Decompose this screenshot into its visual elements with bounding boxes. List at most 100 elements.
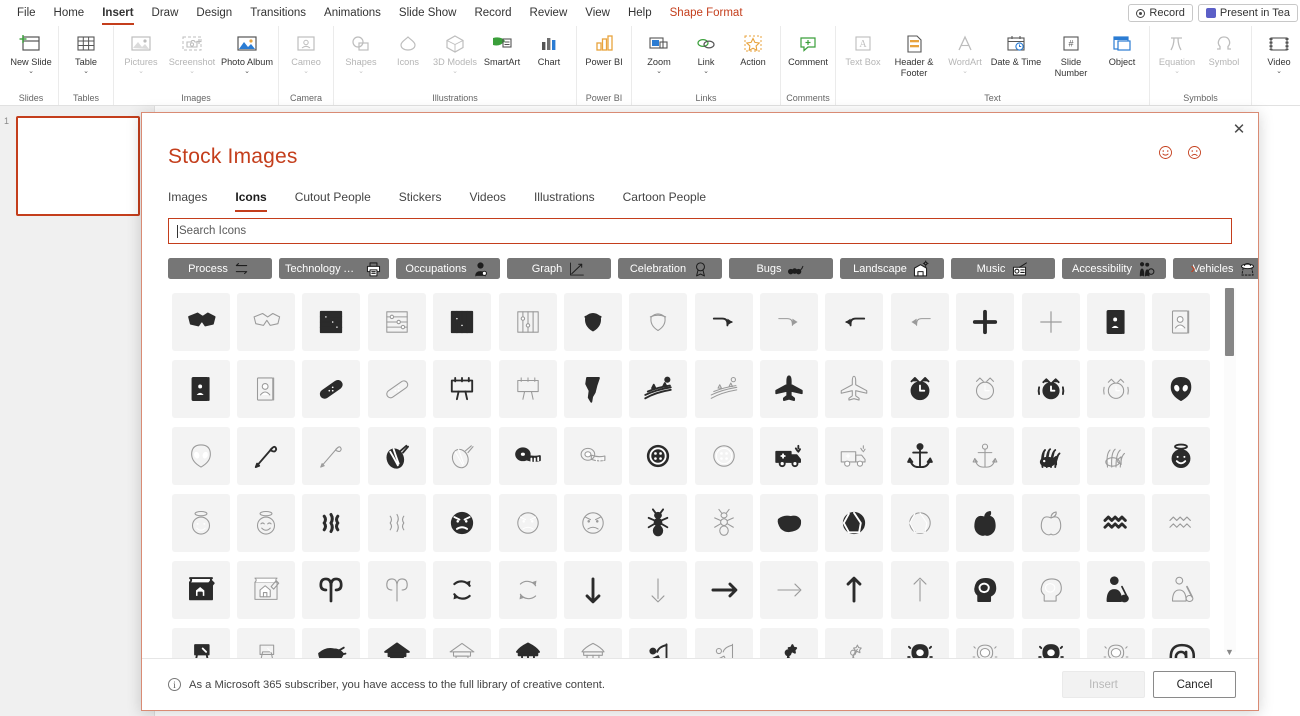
anger-symbol-filled-icon[interactable] [302,493,361,552]
icon-grid-cell[interactable] [887,556,952,623]
icon-grid-cell[interactable] [299,422,364,489]
angel-face-filled-icon[interactable] [1152,426,1211,485]
chevron-down-icon[interactable]: ⌄ [28,68,34,75]
bandage-filled-icon[interactable] [302,359,361,418]
icon-grid-cell[interactable] [233,422,298,489]
icon-grid-cell[interactable] [822,556,887,623]
icon-grid-cell[interactable] [1083,489,1148,556]
africa-filled-icon[interactable] [563,359,622,418]
menu-item-review[interactable]: Review [521,3,577,23]
icon-grid-cell[interactable] [953,489,1018,556]
tape-measure-filled-icon[interactable] [498,426,557,485]
icon-grid-cell[interactable] [560,623,625,658]
anchor-filled-icon[interactable] [890,426,949,485]
ribbon-button-date-time[interactable]: Date & Time [989,29,1043,68]
recycle-arrows-filled-icon[interactable] [433,560,492,619]
angel-face-outline-icon[interactable] [171,493,230,552]
menu-item-file[interactable]: File [8,3,45,23]
category-chip-accessibility[interactable]: Accessibility [1062,258,1166,279]
scrollbar-down-arrow-icon[interactable]: ▼ [1224,646,1235,658]
icon-grid-cell[interactable] [1083,623,1148,658]
address-book-2-filled-icon[interactable] [171,359,230,418]
category-chip-process[interactable]: Process [168,258,272,279]
address-book-2-outline-icon[interactable] [237,359,296,418]
category-next-arrow-icon[interactable]: › [1184,258,1202,279]
anchor-outline-icon[interactable] [956,426,1015,485]
artist-painter-outline-icon[interactable] [1152,560,1211,619]
icon-grid-cell[interactable] [1149,422,1214,489]
category-chip-technology-an[interactable]: Technology An... [279,258,389,279]
icon-grid-cell[interactable] [299,623,364,658]
chevron-down-icon[interactable]: ⌄ [962,68,968,75]
icon-grid-cell[interactable] [299,288,364,355]
tab-videos[interactable]: Videos [469,187,505,212]
icon-grid-cell[interactable] [1018,355,1083,422]
apple-outline-icon[interactable] [1021,493,1080,552]
farm-field-outline-icon[interactable] [694,359,753,418]
icon-grid-cell[interactable] [691,355,756,422]
icon-grid-cell[interactable] [430,556,495,623]
icon-grid-cell[interactable] [626,489,691,556]
icon-grid-cell[interactable] [364,556,429,623]
brain-head-filled-icon[interactable] [956,560,1015,619]
icon-grid-cell[interactable] [953,556,1018,623]
abacus-filled-icon[interactable] [302,292,361,351]
icon-grid-cell[interactable] [560,288,625,355]
icon-grid-cell[interactable] [691,489,756,556]
ribbon-button-object[interactable]: Object [1099,29,1145,68]
alien-outline-icon[interactable] [171,426,230,485]
aspiration-outline-icon[interactable] [825,627,884,658]
icon-grid-cell[interactable] [430,355,495,422]
climber-flag-filled-icon[interactable] [629,627,688,658]
icon-grid-cell[interactable] [430,422,495,489]
icon-grid-cell[interactable] [364,355,429,422]
alarm-ringing-filled-icon[interactable] [1021,359,1080,418]
icon-grid-cell[interactable] [691,556,756,623]
angel-face-2-outline-icon[interactable] [237,493,296,552]
blueprint-outline-icon[interactable] [237,560,296,619]
tab-stickers[interactable]: Stickers [399,187,442,212]
menu-item-draw[interactable]: Draw [143,3,188,23]
blueprint-filled-icon[interactable] [171,560,230,619]
category-chip-graph[interactable]: Graph [507,258,611,279]
icon-grid-cell[interactable] [887,288,952,355]
icon-grid-cell[interactable] [1149,355,1214,422]
asia-map-filled-icon[interactable] [302,627,361,658]
icon-grid-cell[interactable] [495,355,560,422]
chevron-down-icon[interactable]: ⌄ [303,68,309,75]
icon-grid-cell[interactable] [822,422,887,489]
icon-grid-cell[interactable] [560,556,625,623]
yarn-ball-outline-icon[interactable] [433,426,492,485]
billboard-outline-icon[interactable] [498,359,557,418]
search-input[interactable]: Search Icons [168,218,1232,244]
chevron-down-icon[interactable]: ⌄ [189,68,195,75]
icon-grid-cell[interactable] [430,623,495,658]
icon-grid-cell[interactable] [626,422,691,489]
ribbon-button-photo-album[interactable]: Photo Album ⌄ [220,29,274,75]
chevron-down-icon[interactable]: ⌄ [452,68,458,75]
icon-grid-cell[interactable] [1083,422,1148,489]
insert-button[interactable]: Insert [1062,671,1145,698]
pagoda-outline-icon[interactable] [433,627,492,658]
arrow-down-filled-icon[interactable] [563,560,622,619]
arrow-down-outline-icon[interactable] [629,560,688,619]
icon-grid-cell[interactable] [1018,489,1083,556]
icon-grid-cell[interactable] [430,489,495,556]
chevron-down-icon[interactable]: ⌄ [656,68,662,75]
cancel-button[interactable]: Cancel [1153,671,1236,698]
icon-grid-cell[interactable] [756,623,821,658]
abacus-alt-outline-icon[interactable] [498,292,557,351]
menu-item-design[interactable]: Design [187,3,241,23]
grid-scrollbar[interactable]: ▼ [1224,288,1236,657]
icon-grid-cell[interactable] [1149,288,1214,355]
icon-grid-cell[interactable] [756,489,821,556]
turn-left-outline-icon[interactable] [890,292,949,351]
aries-filled-icon[interactable] [302,560,361,619]
needle-thread-filled-icon[interactable] [237,426,296,485]
icon-grid-cell[interactable] [168,489,233,556]
icon-grid-cell[interactable] [495,288,560,355]
recycle-arrows-outline-icon[interactable] [498,560,557,619]
button-filled-icon[interactable] [629,426,688,485]
abacus-alt-filled-icon[interactable] [433,292,492,351]
ant-filled-icon[interactable] [629,493,688,552]
